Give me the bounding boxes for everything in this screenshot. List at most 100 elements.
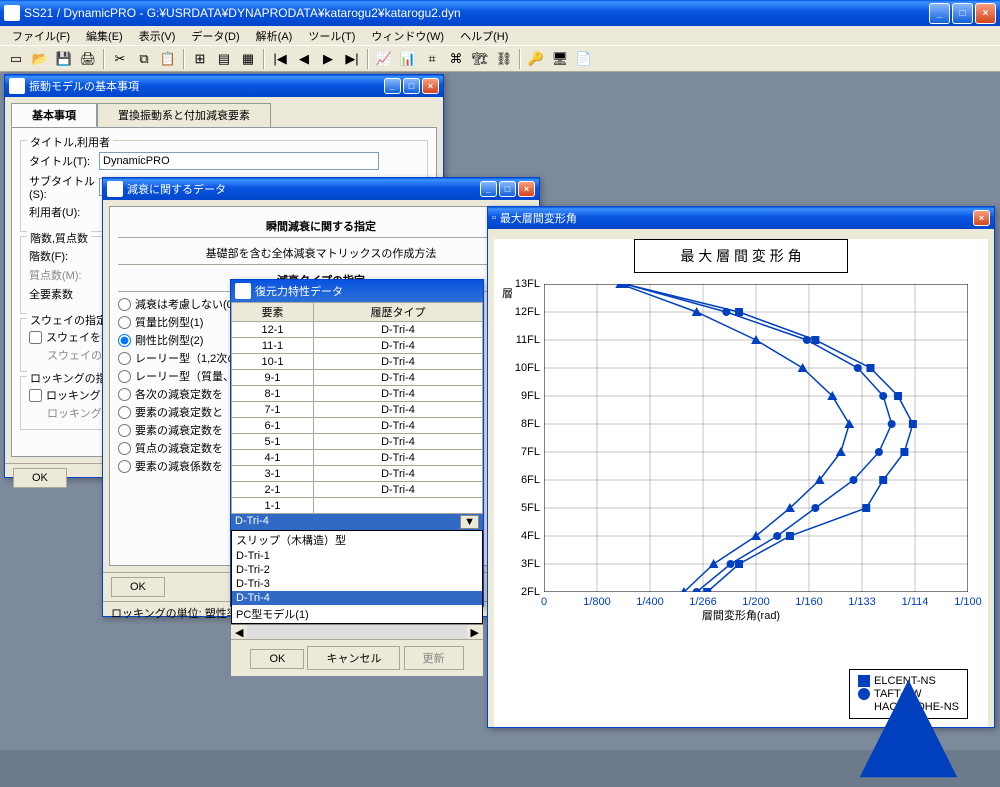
dropdown-option[interactable]: D-Tri-2 bbox=[232, 563, 482, 577]
table-cell[interactable]: D-Tri-4 bbox=[313, 386, 482, 402]
table-cell[interactable]: D-Tri-4 bbox=[313, 322, 482, 338]
menu-data[interactable]: データ(D) bbox=[183, 26, 247, 46]
new-icon[interactable]: ▭ bbox=[5, 48, 27, 70]
menu-edit[interactable]: 編集(E) bbox=[78, 26, 131, 46]
table-cell[interactable]: D-Tri-4 bbox=[313, 466, 482, 482]
table-cell[interactable]: 9-1 bbox=[232, 370, 314, 386]
radio-damping-7[interactable] bbox=[118, 424, 131, 437]
cut-icon[interactable]: ✂ bbox=[109, 48, 131, 70]
table-cell[interactable]: 7-1 bbox=[232, 402, 314, 418]
close-button[interactable]: × bbox=[975, 3, 996, 24]
dropdown-list[interactable]: スリップ（木構造）型D-Tri-1D-Tri-2D-Tri-3D-Tri-4PC… bbox=[231, 530, 483, 624]
table-cell[interactable]: 11-1 bbox=[232, 338, 314, 354]
monitor-icon[interactable]: 🖥 bbox=[549, 48, 571, 70]
table-cell[interactable] bbox=[313, 498, 482, 514]
dropdown-option[interactable]: D-Tri-1 bbox=[232, 549, 482, 563]
tree-icon[interactable]: ⊞ bbox=[189, 48, 211, 70]
win3-titlebar[interactable]: 復元力特性データ bbox=[231, 280, 483, 302]
scroll-left-icon[interactable]: ◀ bbox=[231, 626, 247, 639]
menu-help[interactable]: ヘルプ(H) bbox=[452, 26, 516, 46]
chart-close[interactable]: × bbox=[973, 210, 990, 226]
dropdown-option[interactable]: PC型モデル(1) bbox=[232, 605, 482, 623]
menu-view[interactable]: 表示(V) bbox=[131, 26, 184, 46]
win3-update-button[interactable]: 更新 bbox=[404, 646, 464, 670]
table-cell[interactable]: D-Tri-4 bbox=[313, 434, 482, 450]
save-icon[interactable]: 💾 bbox=[53, 48, 75, 70]
dropdown-option[interactable]: スリップ（木構造）型 bbox=[232, 531, 482, 549]
prev-icon[interactable]: ◀ bbox=[293, 48, 315, 70]
radio-damping-1[interactable] bbox=[118, 316, 131, 329]
chevron-down-icon[interactable]: ▼ bbox=[460, 515, 479, 529]
table-cell[interactable]: D-Tri-4 bbox=[313, 450, 482, 466]
tab-replacement[interactable]: 置換振動系と付加減衰要素 bbox=[97, 103, 271, 127]
win2-minimize[interactable]: _ bbox=[480, 181, 497, 197]
open-icon[interactable]: 📂 bbox=[29, 48, 51, 70]
paste-icon[interactable]: 📋 bbox=[157, 48, 179, 70]
win2-close[interactable]: × bbox=[518, 181, 535, 197]
sheet-icon[interactable]: ▤ bbox=[213, 48, 235, 70]
win1-close[interactable]: × bbox=[422, 78, 439, 94]
menu-tool[interactable]: ツール(T) bbox=[300, 26, 363, 46]
table-cell[interactable]: D-Tri-4 bbox=[313, 418, 482, 434]
radio-damping-8[interactable] bbox=[118, 442, 131, 455]
win1-titlebar[interactable]: 振動モデルの基本事項 _ □ × bbox=[5, 75, 443, 97]
key-icon[interactable]: 🔑 bbox=[525, 48, 547, 70]
chart5-icon[interactable]: 🏗 bbox=[469, 48, 491, 70]
table-cell[interactable]: 4-1 bbox=[232, 450, 314, 466]
win1-maximize[interactable]: □ bbox=[403, 78, 420, 94]
table-cell[interactable]: 3-1 bbox=[232, 466, 314, 482]
copy-icon[interactable]: ⧉ bbox=[133, 48, 155, 70]
table-cell[interactable]: 1-1 bbox=[232, 498, 314, 514]
win2-ok-button[interactable]: OK bbox=[111, 577, 165, 597]
radio-damping-3[interactable] bbox=[118, 352, 131, 365]
table-cell[interactable]: 10-1 bbox=[232, 354, 314, 370]
next-icon[interactable]: ▶ bbox=[317, 48, 339, 70]
restoring-force-table[interactable]: 要素履歴タイプ 12-1D-Tri-411-1D-Tri-410-1D-Tri-… bbox=[231, 302, 483, 514]
radio-damping-9[interactable] bbox=[118, 460, 131, 473]
radio-damping-5[interactable] bbox=[118, 388, 131, 401]
win1-minimize[interactable]: _ bbox=[384, 78, 401, 94]
menu-file[interactable]: ファイル(F) bbox=[4, 26, 78, 46]
minimize-button[interactable]: _ bbox=[929, 3, 950, 24]
last-icon[interactable]: ▶| bbox=[341, 48, 363, 70]
doc-icon[interactable]: 📄 bbox=[573, 48, 595, 70]
print-icon[interactable]: 🖨 bbox=[77, 48, 99, 70]
chart4-icon[interactable]: ⌘ bbox=[445, 48, 467, 70]
table-cell[interactable]: 2-1 bbox=[232, 482, 314, 498]
maximize-button[interactable]: □ bbox=[952, 3, 973, 24]
check-sway[interactable] bbox=[29, 331, 42, 344]
menu-window[interactable]: ウィンドウ(W) bbox=[363, 26, 452, 46]
table-cell[interactable]: 6-1 bbox=[232, 418, 314, 434]
input-title[interactable] bbox=[99, 152, 379, 170]
chart2-icon[interactable]: 📊 bbox=[397, 48, 419, 70]
win3-ok-button[interactable]: OK bbox=[250, 649, 304, 669]
table-cell[interactable]: D-Tri-4 bbox=[313, 402, 482, 418]
tab-basic[interactable]: 基本事項 bbox=[11, 103, 97, 127]
table-cell[interactable]: D-Tri-4 bbox=[313, 354, 482, 370]
chart-titlebar[interactable]: ▫ 最大層間変形角 × bbox=[488, 207, 994, 229]
scroll-right-icon[interactable]: ▶ bbox=[467, 626, 483, 639]
win1-ok-button[interactable]: OK bbox=[13, 468, 67, 488]
chart6-icon[interactable]: ⛓ bbox=[493, 48, 515, 70]
calc-icon[interactable]: ▦ bbox=[237, 48, 259, 70]
first-icon[interactable]: |◀ bbox=[269, 48, 291, 70]
win3-cancel-button[interactable]: キャンセル bbox=[307, 646, 400, 670]
dropdown-option[interactable]: D-Tri-3 bbox=[232, 577, 482, 591]
table-cell[interactable]: 12-1 bbox=[232, 322, 314, 338]
table-cell[interactable]: D-Tri-4 bbox=[313, 370, 482, 386]
table-cell[interactable]: 5-1 bbox=[232, 434, 314, 450]
dropdown-selected[interactable]: D-Tri-4 bbox=[235, 515, 460, 529]
menu-analysis[interactable]: 解析(A) bbox=[248, 26, 301, 46]
radio-damping-6[interactable] bbox=[118, 406, 131, 419]
chart1-icon[interactable]: 📈 bbox=[373, 48, 395, 70]
win2-titlebar[interactable]: 減衰に関するデータ _ □ × bbox=[103, 178, 539, 200]
table-cell[interactable]: D-Tri-4 bbox=[313, 338, 482, 354]
radio-damping-2[interactable] bbox=[118, 334, 131, 347]
radio-damping-4[interactable] bbox=[118, 370, 131, 383]
chart3-icon[interactable]: ⌗ bbox=[421, 48, 443, 70]
check-rocking[interactable] bbox=[29, 389, 42, 402]
table-cell[interactable]: D-Tri-4 bbox=[313, 482, 482, 498]
radio-damping-0[interactable] bbox=[118, 298, 131, 311]
dropdown-option[interactable]: D-Tri-4 bbox=[232, 591, 482, 605]
table-cell[interactable]: 8-1 bbox=[232, 386, 314, 402]
